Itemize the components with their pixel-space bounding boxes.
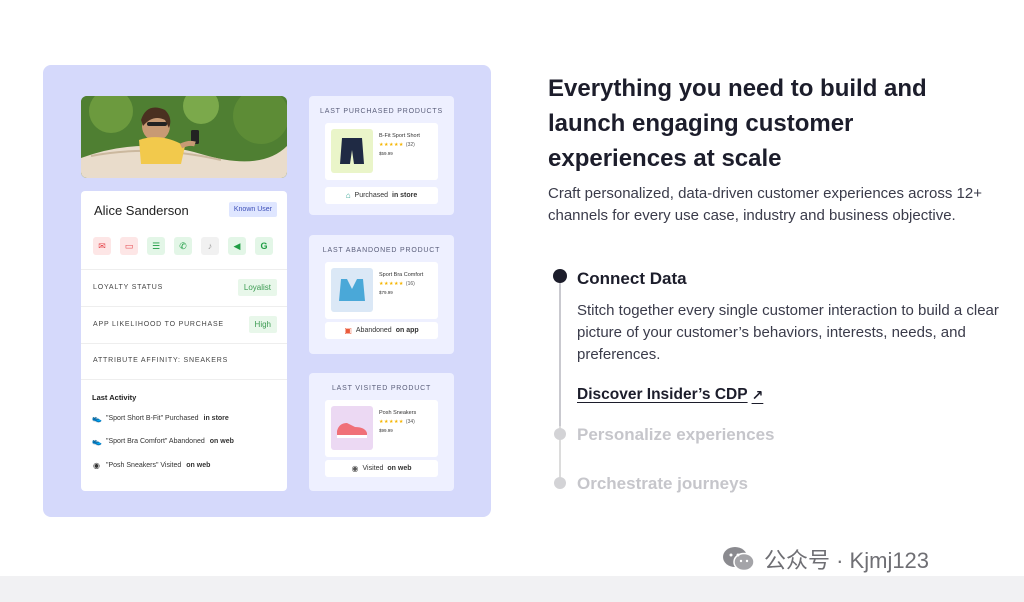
activity-item: 👟 "Sport Short B-Fit" Purchased in store	[92, 414, 229, 423]
product-tile: B-Fit Sport Short ★★★★★ (32) $59.99	[325, 123, 438, 180]
rating-stars: ★★★★★	[379, 419, 404, 425]
eye-icon: ◉	[351, 464, 359, 473]
loyalty-value: Loyalist	[237, 279, 277, 296]
step-description: Stitch together every single customer in…	[577, 302, 999, 363]
product-price: $59.99	[379, 151, 393, 156]
page: Alice Sanderson Known User ✉ ▭ ☰ ✆ ♪ ◀ G…	[0, 0, 1024, 602]
watermark: 公众号 · Kjmj123	[722, 543, 929, 575]
last-activity-title: Last Activity	[92, 393, 137, 402]
product-tile: Sport Bra Comfort ★★★★★ (16) $79.99	[325, 262, 438, 319]
activity-channel: in store	[203, 415, 229, 422]
activity-channel: on web	[209, 438, 234, 445]
web-push-icon: ▭	[120, 237, 138, 255]
activity-text: "Posh Sneakers" Visited	[106, 462, 182, 469]
footer-text: Purchased	[354, 192, 388, 199]
app-likelihood-label: APP LIKELIHOOD TO PURCHASE	[93, 321, 224, 328]
product-price: $99.99	[379, 428, 393, 433]
eye-icon: ◉	[93, 461, 100, 470]
card-footer: ◉ Visited on web	[325, 460, 438, 477]
activity-item: ◉ "Posh Sneakers" Visited on web	[92, 461, 210, 470]
step-personalize-experiences[interactable]: Personalize experiences	[577, 425, 775, 445]
last-visited-card: LAST VISITED PRODUCT Posh Sneakers ★★★★★…	[309, 373, 454, 491]
wechat-icon	[722, 545, 756, 573]
card-title: LAST VISITED PRODUCT	[331, 385, 432, 392]
channel-icons: ✉ ▭ ☰ ✆ ♪ ◀ G	[93, 237, 273, 255]
app-icon: ▣	[344, 326, 352, 335]
google-icon: G	[255, 237, 273, 255]
activity-text: "Sport Bra Comfort" Abandoned	[106, 438, 205, 445]
discover-cdp-link[interactable]: Discover Insider’s CDP ↗	[577, 386, 763, 404]
store-icon: ⌂	[345, 191, 351, 200]
app-likelihood-value: High	[248, 316, 277, 333]
shoe-icon: 👟	[92, 437, 102, 446]
product-image	[331, 129, 373, 173]
lead-paragraph: Craft personalized, data-driven customer…	[548, 185, 982, 224]
step-orchestrate-journeys[interactable]: Orchestrate journeys	[577, 474, 748, 494]
activity-text: "Sport Short B-Fit" Purchased	[106, 415, 199, 422]
megaphone-icon: ◀	[228, 237, 246, 255]
product-name: B-Fit Sport Short	[379, 133, 420, 139]
product-rating: ★★★★★ (16)	[379, 281, 415, 287]
card-title: LAST PURCHASED PRODUCTS	[320, 108, 443, 115]
email-icon: ✉	[93, 237, 111, 255]
last-purchased-card: LAST PURCHASED PRODUCTS B-Fit Sport Shor…	[309, 96, 454, 215]
card-footer: ▣ Abandoned on app	[325, 322, 438, 339]
product-tile: Posh Sneakers ★★★★★ (34) $99.99	[325, 400, 438, 457]
last-abandoned-card: LAST ABANDONED PRODUCT Sport Bra Comfort…	[309, 235, 454, 354]
customer-profile-card: Alice Sanderson Known User ✉ ▭ ☰ ✆ ♪ ◀ G…	[81, 191, 287, 491]
rating-count: (32)	[405, 142, 415, 148]
product-name: Posh Sneakers	[379, 410, 417, 416]
watermark-text: 公众号 · Kjmj123	[764, 548, 930, 573]
activity-item: 👟 "Sport Bra Comfort" Abandoned on web	[92, 437, 234, 446]
shoe-icon: 👟	[92, 414, 102, 423]
whatsapp-icon: ✆	[174, 237, 192, 255]
rating-count: (16)	[405, 281, 415, 287]
product-rating: ★★★★★ (34)	[379, 419, 415, 425]
footer-channel: on app	[395, 327, 419, 334]
known-user-badge: Known User	[228, 202, 277, 217]
link-label: Discover Insider’s CDP	[577, 386, 748, 403]
product-image	[331, 406, 373, 450]
affinity-row: ATTRIBUTE AFFINITY: SNEAKERS	[81, 343, 287, 379]
external-arrow-icon: ↗	[751, 386, 764, 403]
footer-band	[0, 576, 1024, 602]
tiktok-icon: ♪	[201, 237, 219, 255]
card-title: LAST ABANDONED PRODUCT	[322, 247, 441, 254]
timeline-progress	[559, 276, 561, 426]
activity-channel: on web	[186, 462, 211, 469]
step-dot	[554, 477, 566, 489]
footer-text: Visited	[362, 465, 384, 472]
step-dot	[554, 428, 566, 440]
rating-stars: ★★★★★	[379, 281, 404, 287]
product-price: $79.99	[379, 290, 393, 295]
customer-name: Alice Sanderson	[94, 203, 189, 218]
product-image	[331, 268, 373, 312]
card-footer: ⌂ Purchased in store	[325, 187, 438, 204]
product-name: Sport Bra Comfort	[379, 272, 424, 278]
sms-icon: ☰	[147, 237, 165, 255]
rating-stars: ★★★★★	[379, 142, 404, 148]
loyalty-label: LOYALTY STATUS	[93, 284, 164, 291]
footer-text: Abandoned	[355, 327, 392, 334]
affinity-label: ATTRIBUTE AFFINITY: SNEAKERS	[93, 357, 229, 364]
footer-channel: on web	[387, 465, 412, 472]
product-rating: ★★★★★ (32)	[379, 142, 415, 148]
app-likelihood-row: APP LIKELIHOOD TO PURCHASE High	[81, 306, 287, 343]
rating-count: (34)	[405, 419, 415, 425]
customer-photo	[81, 96, 287, 178]
footer-channel: in store	[392, 192, 418, 199]
page-title: Everything you need to build and launch …	[548, 75, 927, 172]
step-dot-active	[553, 269, 567, 283]
step-connect-data[interactable]: Connect Data	[577, 269, 687, 289]
loyalty-row: LOYALTY STATUS Loyalist	[81, 269, 287, 306]
divider	[81, 379, 287, 380]
